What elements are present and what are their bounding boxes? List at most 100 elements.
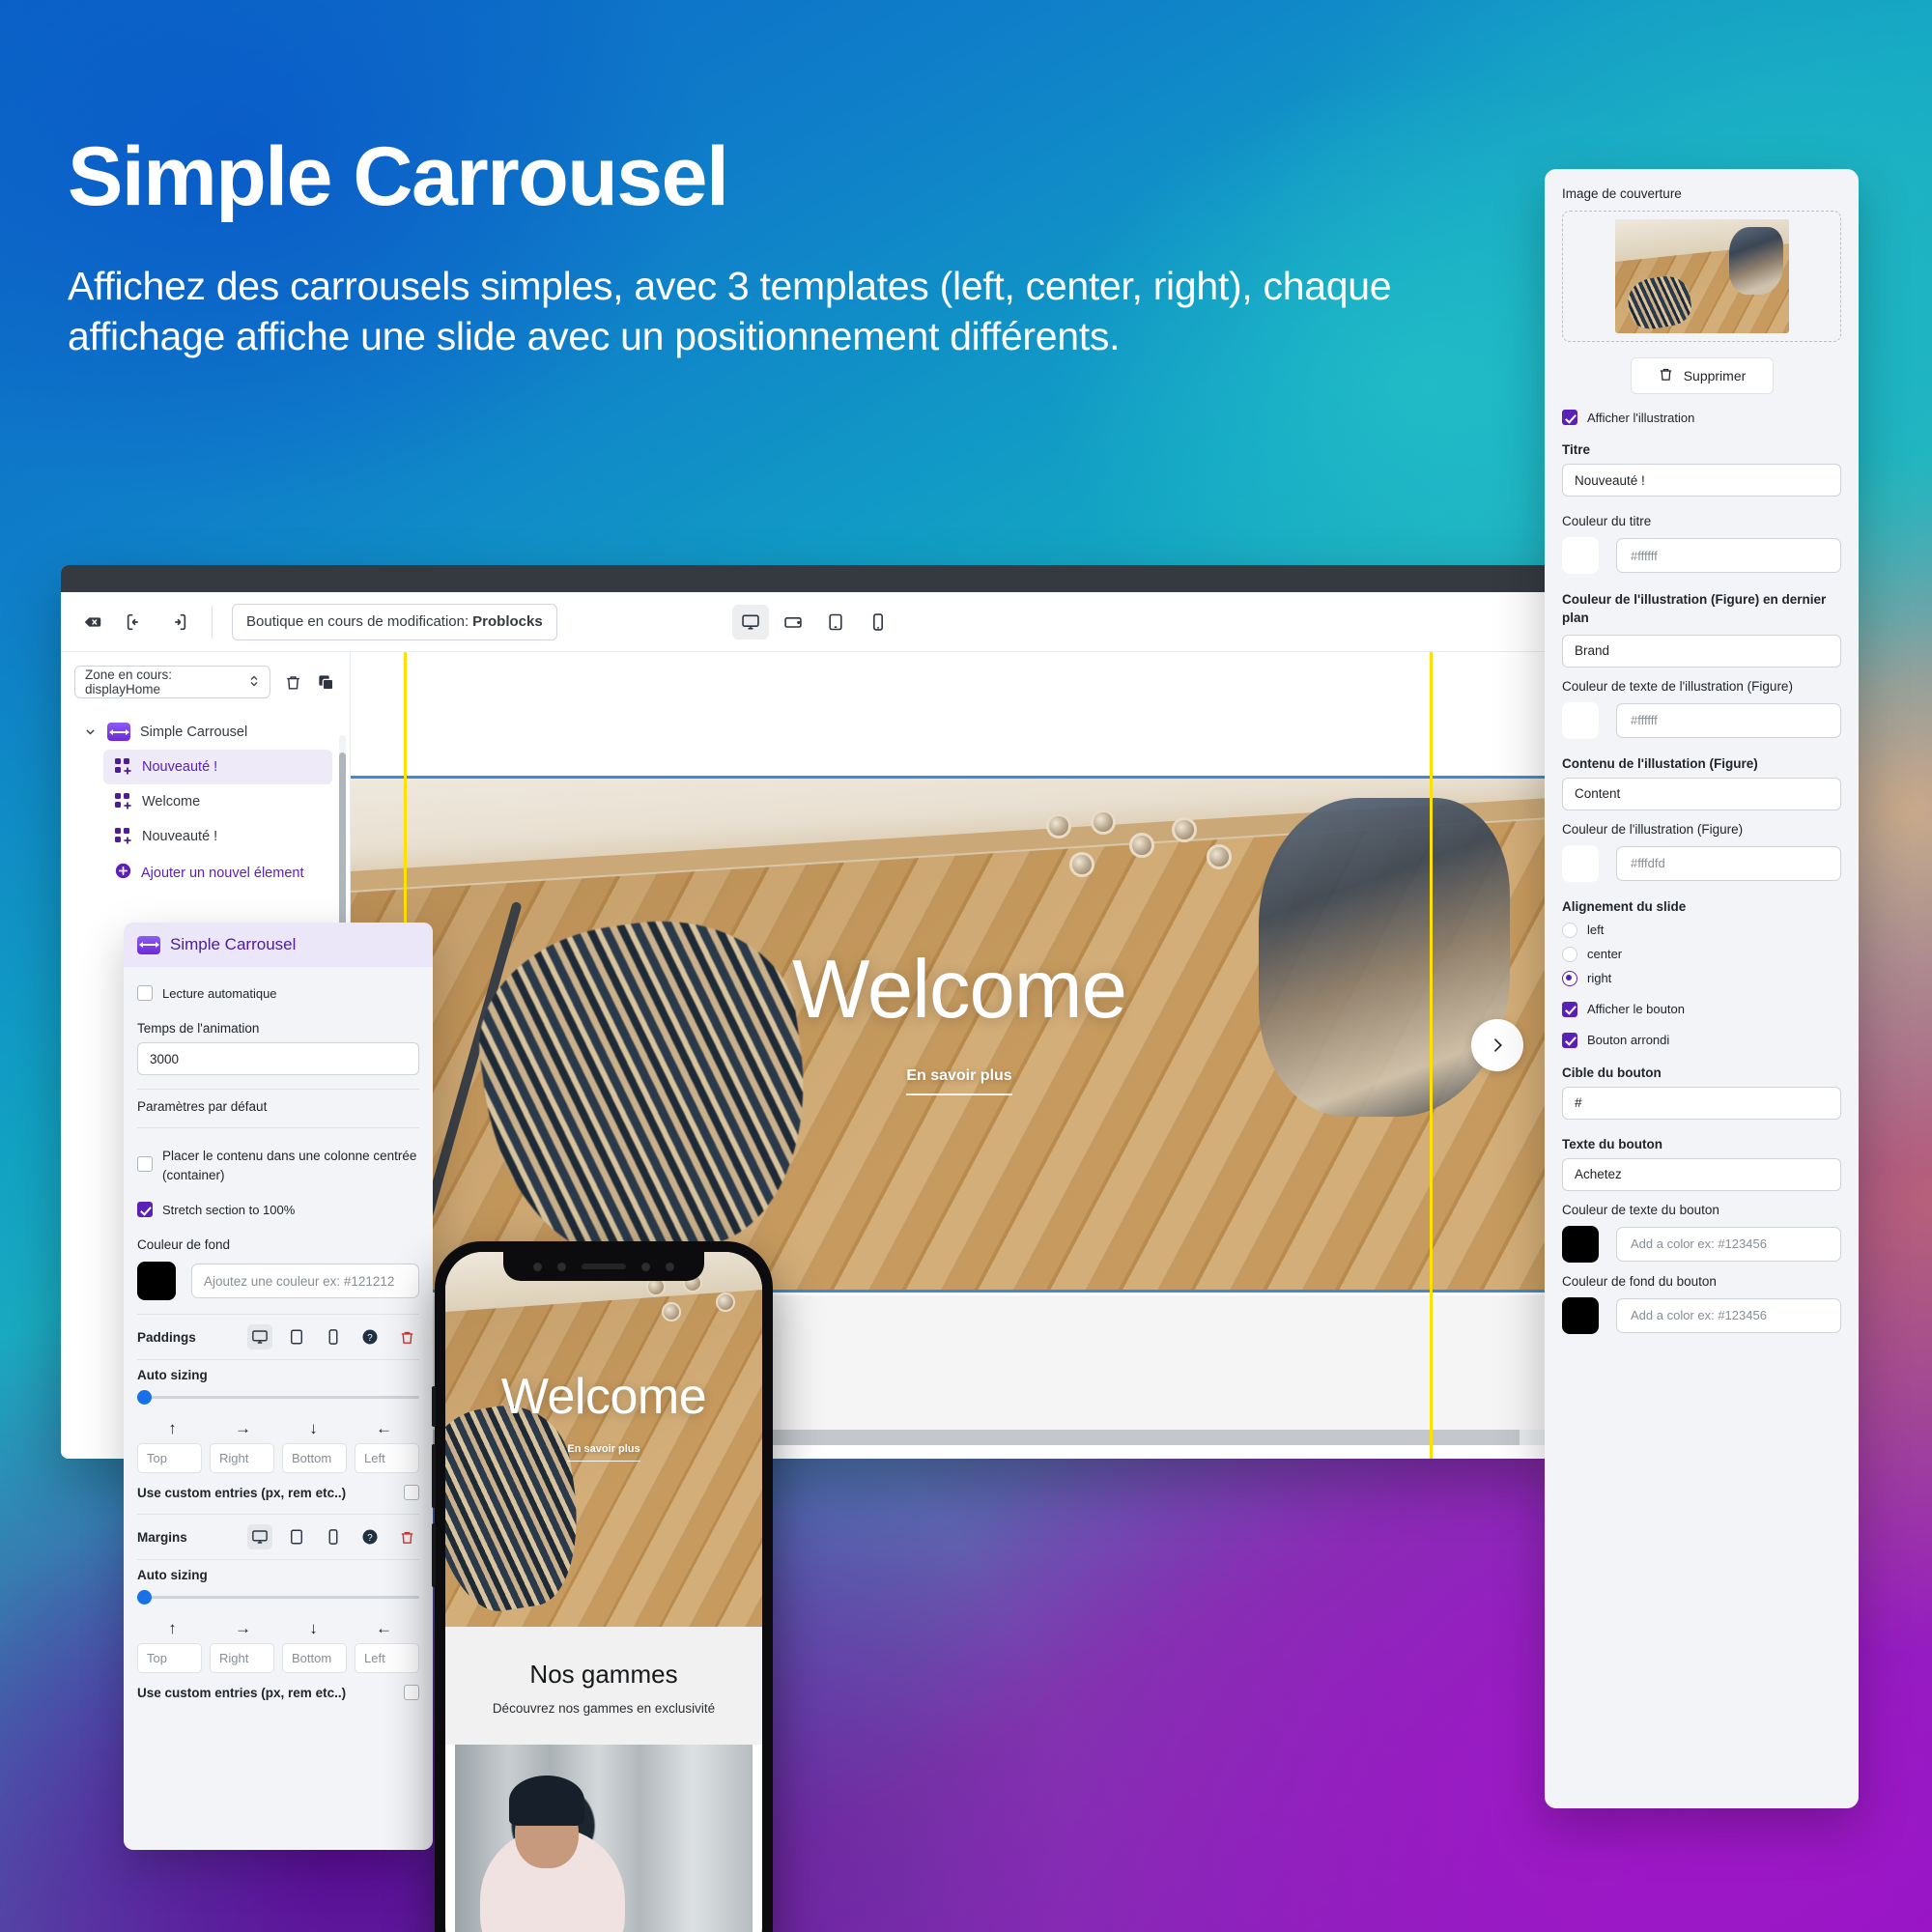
bg-color-swatch[interactable] (137, 1262, 176, 1301)
paddings-custom-entries-label: Use custom entries (px, rem etc..) (137, 1485, 347, 1500)
delete-zone-icon[interactable] (282, 671, 303, 693)
container-row[interactable]: Placer le contenu dans une colonne centr… (137, 1138, 419, 1193)
svg-text:?: ? (367, 1333, 373, 1344)
delete-cover-label: Supprimer (1683, 368, 1747, 384)
margins-reset-icon[interactable] (394, 1524, 419, 1549)
canvas-guide-right (1430, 652, 1433, 1459)
margins-mobile-button[interactable] (321, 1524, 346, 1549)
button-target-input[interactable]: # (1562, 1086, 1841, 1120)
paddings-inputs: Top Right Bottom Left (137, 1443, 419, 1474)
button-text-color-swatch[interactable] (1562, 1225, 1599, 1263)
paddings-reset-icon[interactable] (394, 1324, 419, 1350)
figure-color-input[interactable]: #fffdfd (1616, 845, 1841, 881)
tree-item-slide-1[interactable]: Nouveauté ! (103, 750, 332, 784)
button-text-color-input[interactable]: Add a color ex: #123456 (1616, 1226, 1841, 1262)
device-desktop-button[interactable] (732, 604, 769, 639)
device-mobile-button[interactable] (860, 605, 896, 639)
autoplay-checkbox[interactable] (137, 985, 153, 1001)
slide-caption: Welcome En savoir plus (351, 949, 1568, 1095)
paddings-mobile-button[interactable] (321, 1324, 346, 1350)
padding-bottom-input[interactable]: Bottom (282, 1443, 347, 1474)
phone-sensor-icon (641, 1262, 650, 1271)
title-color-input[interactable]: #ffffff (1616, 538, 1841, 573)
button-bg-color-input[interactable]: Add a color ex: #123456 (1616, 1297, 1841, 1333)
figure-bg-color-input[interactable]: Brand (1562, 634, 1841, 668)
margins-arrow-row: ↑ → ↓ ← (137, 1619, 419, 1638)
phone-volume-up-button (432, 1444, 436, 1508)
title-color-swatch[interactable] (1562, 537, 1599, 574)
padding-right-input[interactable]: Right (210, 1443, 274, 1474)
show-button-checkbox[interactable] (1562, 1001, 1577, 1017)
alignment-option-center[interactable]: center (1562, 946, 1841, 962)
rounded-button-checkbox[interactable] (1562, 1032, 1577, 1048)
alignment-radio-center[interactable] (1562, 946, 1577, 962)
zone-select[interactable]: Zone en cours: displayHome (74, 666, 270, 698)
rounded-button-row[interactable]: Bouton arrondi (1562, 1032, 1841, 1048)
paddings-tablet-button[interactable] (284, 1324, 309, 1350)
margins-auto-sizing-slider[interactable] (137, 1590, 419, 1605)
paddings-help-icon[interactable]: ? (357, 1324, 383, 1350)
tree-item-slide-2[interactable]: Welcome (103, 784, 332, 819)
margins-help-icon[interactable]: ? (357, 1524, 383, 1549)
stretch-row[interactable]: Stretch section to 100% (137, 1193, 419, 1226)
alignment-radio-right[interactable] (1562, 970, 1577, 986)
button-text-input[interactable]: Achetez (1562, 1157, 1841, 1191)
show-figure-row[interactable]: Afficher l'illustration (1562, 410, 1841, 425)
container-checkbox[interactable] (137, 1156, 153, 1172)
phone-hero-cta[interactable]: En savoir plus (567, 1443, 640, 1462)
title-input[interactable]: Nouveauté ! (1562, 464, 1841, 497)
autoplay-row[interactable]: Lecture automatique (137, 977, 419, 1009)
tree-item-slide-3[interactable]: Nouveauté ! (103, 819, 332, 854)
editor-toolbar: Boutique en cours de modification: Probl… (61, 592, 1568, 652)
figure-color-swatch[interactable] (1562, 844, 1599, 882)
margins-tablet-button[interactable] (284, 1524, 309, 1549)
figure-text-color-input[interactable]: #ffffff (1616, 702, 1841, 738)
padding-left-input[interactable]: Left (355, 1443, 419, 1474)
carousel-slide[interactable]: Welcome En savoir plus (351, 776, 1568, 1293)
paddings-auto-sizing-slider[interactable] (137, 1390, 419, 1406)
button-bg-color-swatch[interactable] (1562, 1296, 1599, 1334)
add-element-button[interactable]: Ajouter un nouvel élement (103, 854, 332, 892)
alignment-radio-left[interactable] (1562, 922, 1577, 938)
alignment-option-left[interactable]: left (1562, 922, 1841, 938)
margin-bottom-input[interactable]: Bottom (282, 1643, 347, 1674)
cover-image-dropzone[interactable] (1562, 211, 1841, 342)
slide-grid-icon (115, 793, 132, 810)
paddings-desktop-button[interactable] (247, 1324, 272, 1350)
device-tablet-landscape-button[interactable] (775, 605, 811, 639)
shop-context-pill[interactable]: Boutique en cours de modification: Probl… (232, 603, 557, 640)
paddings-custom-entries-checkbox[interactable] (404, 1485, 419, 1501)
carousel-next-button[interactable] (1471, 1019, 1523, 1071)
chevron-down-icon[interactable] (82, 725, 98, 738)
tree-item-root[interactable]: Simple Carrousel (71, 714, 340, 750)
animation-time-input[interactable]: 3000 (137, 1042, 419, 1075)
chevron-updown-icon (248, 674, 260, 691)
back-tag-icon[interactable] (78, 608, 107, 637)
alignment-option-right[interactable]: right (1562, 970, 1841, 986)
margin-left-input[interactable]: Left (355, 1643, 419, 1674)
collapse-left-icon[interactable] (121, 608, 150, 637)
duplicate-zone-icon[interactable] (315, 671, 336, 693)
collapse-right-icon[interactable] (163, 608, 192, 637)
figure-content-input[interactable]: Content (1562, 777, 1841, 810)
divider (137, 1514, 419, 1516)
show-figure-checkbox[interactable] (1562, 410, 1577, 425)
add-element-label: Ajouter un nouvel élement (141, 865, 304, 881)
figure-text-color-swatch[interactable] (1562, 701, 1599, 739)
bg-color-input[interactable]: Ajoutez une couleur ex: #121212 (191, 1264, 419, 1299)
phone-speaker-icon (582, 1264, 626, 1269)
arrow-left-icon: ← (376, 1419, 392, 1438)
paddings-label: Paddings (137, 1329, 196, 1345)
margin-right-input[interactable]: Right (210, 1643, 274, 1674)
margin-top-input[interactable]: Top (137, 1643, 202, 1674)
margins-desktop-button[interactable] (247, 1524, 272, 1550)
margins-custom-entries-checkbox[interactable] (404, 1685, 419, 1701)
delete-cover-button[interactable]: Supprimer (1630, 357, 1774, 394)
slide-cta-link[interactable]: En savoir plus (906, 1067, 1012, 1095)
stretch-checkbox[interactable] (137, 1202, 153, 1218)
auto-sizing-label-margins: Auto sizing (137, 1568, 208, 1583)
padding-top-input[interactable]: Top (137, 1443, 202, 1474)
divider (137, 1089, 419, 1090)
device-tablet-button[interactable] (817, 605, 854, 639)
show-button-row[interactable]: Afficher le bouton (1562, 1001, 1841, 1017)
